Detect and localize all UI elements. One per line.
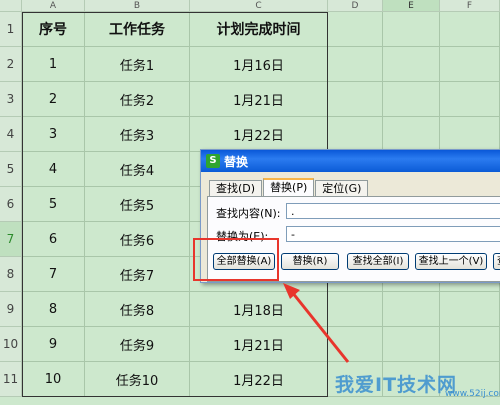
table-cell[interactable]: 任务6 (85, 222, 190, 257)
watermark-url: www.52ij.com (445, 389, 500, 399)
table-cell[interactable]: 任务8 (85, 292, 190, 327)
tab-replace[interactable]: 替换(P) (263, 178, 315, 198)
table-cell[interactable] (328, 82, 383, 117)
table-cell[interactable] (440, 47, 500, 82)
dialog-titlebar[interactable]: S 替换 (201, 150, 500, 172)
table-cell[interactable] (383, 292, 440, 327)
column-header-A[interactable]: A (22, 0, 85, 12)
table-cell[interactable] (440, 292, 500, 327)
row-header-7[interactable]: 7 (0, 222, 22, 257)
column-header-D[interactable]: D (328, 0, 383, 12)
table-cell[interactable]: 1月18日 (190, 292, 328, 327)
table-cell[interactable]: 任务10 (85, 362, 190, 397)
dialog-title: 替换 (224, 154, 249, 169)
row-header-2[interactable]: 2 (0, 47, 22, 82)
table-cell[interactable]: 1月22日 (190, 362, 328, 397)
table-cell[interactable]: 1 (22, 47, 85, 82)
table-cell[interactable]: 4 (22, 152, 85, 187)
row-header-11[interactable]: 11 (0, 362, 22, 397)
table-header-cell[interactable] (383, 12, 440, 47)
row-header-3[interactable]: 3 (0, 82, 22, 117)
table-cell[interactable] (328, 47, 383, 82)
table-cell[interactable] (383, 117, 440, 152)
table-cell[interactable]: 1月22日 (190, 117, 328, 152)
table-cell[interactable]: 任务3 (85, 117, 190, 152)
find-label: 查找内容(N): (216, 207, 281, 220)
watermark: 我爱IT技术网 (335, 374, 458, 396)
find-previous-button[interactable]: 查找上一个(V) (415, 253, 487, 270)
row-header-6[interactable]: 6 (0, 187, 22, 222)
table-cell[interactable]: 1月21日 (190, 327, 328, 362)
table-cell[interactable]: 3 (22, 117, 85, 152)
table-cell[interactable] (328, 117, 383, 152)
table-cell[interactable]: 任务4 (85, 152, 190, 187)
highlight-box (193, 238, 279, 281)
table-cell[interactable]: 10 (22, 362, 85, 397)
row-header-8[interactable]: 8 (0, 257, 22, 292)
table-cell[interactable] (328, 327, 383, 362)
table-header-cell[interactable]: 计划完成时间 (190, 12, 328, 47)
table-cell[interactable]: 9 (22, 327, 85, 362)
replace-button[interactable]: 替换(R) (281, 253, 339, 270)
table-cell[interactable]: 5 (22, 187, 85, 222)
table-cell[interactable] (383, 327, 440, 362)
dialog-tabs: 查找(D) 替换(P) 定位(G) (209, 178, 369, 198)
column-header-E[interactable]: E (383, 0, 440, 12)
tab-goto[interactable]: 定位(G) (315, 180, 369, 197)
replace-input[interactable]: - (286, 226, 500, 242)
app-icon: S (206, 154, 220, 168)
column-header-B[interactable]: B (85, 0, 190, 12)
table-cell[interactable]: 任务2 (85, 82, 190, 117)
table-cell[interactable]: 1月16日 (190, 47, 328, 82)
table-header-cell[interactable]: 序号 (22, 12, 85, 47)
table-cell[interactable] (328, 292, 383, 327)
row-header-4[interactable]: 4 (0, 117, 22, 152)
table-cell[interactable] (383, 47, 440, 82)
table-cell[interactable] (383, 82, 440, 117)
table-header-cell[interactable]: 工作任务 (85, 12, 190, 47)
table-cell[interactable]: 7 (22, 257, 85, 292)
table-cell[interactable]: 1月21日 (190, 82, 328, 117)
row-header-10[interactable]: 10 (0, 327, 22, 362)
table-cell[interactable]: 任务7 (85, 257, 190, 292)
table-cell[interactable]: 8 (22, 292, 85, 327)
find-input[interactable]: . (286, 203, 500, 219)
table-cell[interactable]: 任务1 (85, 47, 190, 82)
table-header-cell[interactable] (328, 12, 383, 47)
table-header-cell[interactable] (440, 12, 500, 47)
table-cell[interactable]: 任务9 (85, 327, 190, 362)
table-cell[interactable]: 6 (22, 222, 85, 257)
row-header-9[interactable]: 9 (0, 292, 22, 327)
column-header-C[interactable]: C (190, 0, 328, 12)
table-cell[interactable] (440, 117, 500, 152)
column-header-F[interactable]: F (440, 0, 500, 12)
table-cell[interactable]: 任务5 (85, 187, 190, 222)
row-header-5[interactable]: 5 (0, 152, 22, 187)
tab-find[interactable]: 查找(D) (209, 180, 263, 197)
table-cell[interactable]: 2 (22, 82, 85, 117)
select-all-corner[interactable] (0, 0, 22, 12)
table-cell[interactable] (440, 327, 500, 362)
table-cell[interactable] (440, 82, 500, 117)
find-all-button[interactable]: 查找全部(I) (347, 253, 409, 270)
find-next-button[interactable]: 查 (493, 253, 500, 270)
row-header-1[interactable]: 1 (0, 12, 22, 47)
